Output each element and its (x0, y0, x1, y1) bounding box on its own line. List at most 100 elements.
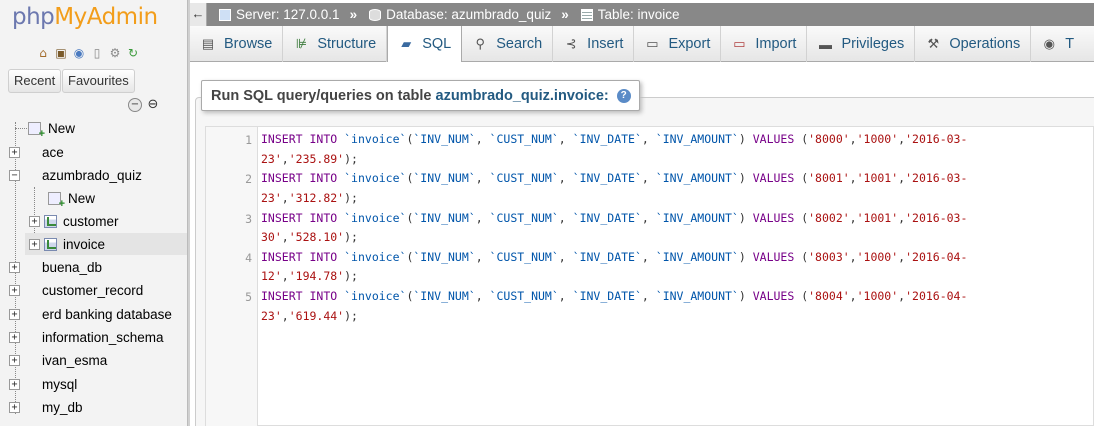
tree-item-my-db[interactable]: + my_db (9, 396, 83, 418)
sql-identifier: `INV_DATE` (572, 249, 642, 264)
tab-tracking[interactable]: ◉ T (1031, 26, 1084, 62)
tree-item-azumbrado-new[interactable]: New (48, 187, 96, 210)
legend-table-link[interactable]: azumbrado_quiz.invoice: (436, 88, 609, 104)
sql-identifier: `INV_AMOUNT` (655, 249, 739, 264)
sql-punctuation: , (475, 289, 490, 304)
code-line: INSERT INTO `invoice` (`INV_NUM`, `CUST_N… (261, 287, 967, 307)
collapse-all-icon[interactable]: − (128, 98, 142, 112)
code-line-wrap: 23','312.82'); (261, 189, 358, 209)
gear-icon[interactable]: ⚙ (107, 45, 123, 61)
tree-item-erd-banking-database[interactable]: + erd banking database (9, 303, 172, 325)
sql-icon: ▰ (401, 36, 412, 51)
favourites-button[interactable]: Favourites (62, 69, 135, 93)
sql-identifier: `CUST_NUM` (489, 249, 559, 264)
tree-item-ivan-esma[interactable]: + ivan_esma (9, 349, 107, 371)
tree-item-mysql[interactable]: + mysql (9, 373, 77, 395)
sql-punctuation: , (849, 249, 857, 264)
tree-item-azumbrado-quiz[interactable]: − azumbrado_quiz (9, 164, 142, 186)
new-icon (28, 121, 45, 140)
expand-icon[interactable]: + (9, 378, 20, 390)
breadcrumb-server[interactable]: Server: 127.0.0.1 » (219, 7, 357, 22)
expand-icon[interactable]: + (9, 146, 20, 158)
collapse-nav-arrow-icon[interactable]: ← (190, 3, 207, 26)
home-icon[interactable]: ⌂ (35, 45, 51, 61)
tree-item-information-schema[interactable]: + information_schema (9, 326, 164, 348)
code-line-wrap: 12','194.78'); (261, 267, 358, 287)
tree-item-label: customer (63, 213, 119, 229)
breadcrumb-table-label: Table: invoice (597, 7, 680, 22)
sql-punctuation: , (641, 171, 656, 186)
tab-insert[interactable]: ⊰ Insert (553, 26, 635, 62)
tree-item-new[interactable]: New (28, 117, 75, 140)
expand-icon[interactable]: + (9, 261, 20, 273)
tab-privileges[interactable]: ▬ Privileges (807, 26, 916, 62)
code-line: INSERT INTO `invoice` (`INV_NUM`, `CUST_N… (261, 169, 967, 189)
code-line-wrap: 23','619.44'); (261, 307, 358, 327)
navigation-panel: phpMyAdmin ⌂ ▣ ◉ ▯ ⚙ ↻ Recent Favourites… (0, 0, 187, 426)
sql-identifier: `INV_AMOUNT` (655, 210, 739, 225)
line-number: 5 (245, 290, 252, 305)
breadcrumb-table[interactable]: Table: invoice (580, 7, 680, 22)
tab-export[interactable]: ▭ Export (634, 26, 722, 62)
logout-icon[interactable]: ▣ (53, 45, 69, 61)
breadcrumb-database[interactable]: Database: azumbrado_quiz » (369, 7, 569, 22)
sql-identifier: `invoice` (344, 289, 407, 304)
tree-item-ace[interactable]: + ace (9, 141, 64, 163)
expand-icon[interactable]: + (9, 331, 20, 343)
docs-icon[interactable]: ▯ (89, 45, 105, 61)
tree-item-buena-db[interactable]: + buena_db (9, 256, 102, 278)
expand-icon[interactable]: + (9, 284, 20, 296)
tab-operations[interactable]: ⚒ Operations (915, 26, 1032, 62)
sql-string: 23' (261, 190, 282, 205)
sql-identifier: `INV_DATE` (572, 210, 642, 225)
expand-icon[interactable]: + (29, 215, 40, 227)
sql-keyword: VALUES (752, 210, 795, 225)
recent-button[interactable]: Recent (8, 69, 62, 93)
sql-keyword: INTO (309, 132, 338, 146)
reload-icon[interactable]: ↻ (125, 45, 141, 61)
phpmyadmin-logo[interactable]: phpMyAdmin (12, 4, 158, 30)
sql-string: 30' (261, 230, 282, 245)
sql-punctuation: ( (794, 171, 809, 186)
tab-search[interactable]: ⚲ Search (462, 26, 554, 62)
tab-structure[interactable]: ⊯ Structure (283, 26, 388, 62)
sql-punctuation: , (281, 269, 289, 284)
tree-item-label: ivan_esma (42, 352, 108, 368)
expand-icon[interactable]: + (9, 401, 20, 413)
sql-identifier: `INV_NUM` (413, 249, 476, 264)
sql-string: '1000' (856, 249, 899, 264)
tab-label: Browse (224, 36, 273, 52)
sql-keyword: INTO (309, 249, 338, 264)
sql-string: '619.44' (288, 308, 345, 323)
sql-punctuation: , (281, 308, 289, 323)
query-window-icon[interactable]: ◉ (71, 45, 87, 61)
sql-punctuation: , (281, 151, 289, 166)
sql-punctuation: ); (344, 151, 358, 166)
expand-icon[interactable]: + (9, 354, 20, 366)
breadcrumb: ← Server: 127.0.0.1 » Database: azumbrad… (190, 3, 1094, 26)
import-icon: ▭ (733, 36, 746, 51)
line-number: 1 (245, 133, 252, 147)
expand-icon[interactable]: + (9, 308, 20, 320)
sql-identifier: `INV_DATE` (572, 289, 642, 304)
tab-import[interactable]: ▭ Import (721, 26, 808, 62)
sql-identifier: `INV_AMOUNT` (655, 171, 739, 186)
tree-item-label: New (68, 190, 96, 206)
tree-item-label: buena_db (42, 259, 103, 275)
sql-punctuation: , (281, 190, 289, 205)
sql-query-editor[interactable]: 1 2 3 4 5 INSERT INTO `invoice` (`INV_NUM`, `… (205, 126, 1094, 426)
sql-punctuation: , (849, 289, 857, 304)
expand-icon[interactable]: + (29, 238, 40, 250)
tree-item-invoice[interactable]: + invoice (25, 233, 187, 255)
collapse-icon[interactable]: − (9, 169, 20, 181)
line-number: 2 (245, 172, 252, 187)
sql-punctuation: ( (794, 210, 809, 225)
tree-item-customer-record[interactable]: + customer_record (9, 279, 143, 301)
tree-item-customer[interactable]: + customer (29, 210, 119, 232)
link-with-main-icon[interactable]: ⊖ (146, 98, 160, 112)
help-icon[interactable]: ? (616, 88, 631, 103)
tab-browse[interactable]: ▤ Browse (190, 26, 284, 62)
tab-sql[interactable]: ▰ SQL (387, 26, 463, 63)
sql-string: '8003' (808, 249, 850, 264)
sql-keyword: INTO (309, 289, 338, 304)
